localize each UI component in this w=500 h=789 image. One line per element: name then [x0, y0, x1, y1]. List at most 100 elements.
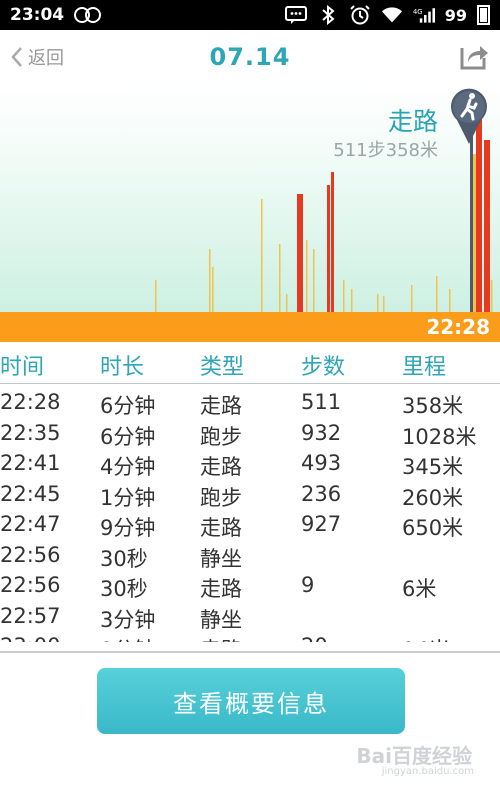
page-title: 07.14	[209, 43, 291, 71]
walk-bar	[313, 249, 315, 312]
activity-row[interactable]: 22:47 9分钟 走路 927 650米	[0, 510, 500, 541]
selected-activity-stats: 511步358米	[333, 140, 438, 161]
walk-bar	[411, 285, 413, 312]
dual-ring-icon	[74, 6, 104, 24]
walk-bar	[306, 240, 308, 312]
4g-signal-icon: 4G	[413, 6, 435, 24]
message-icon	[284, 6, 307, 24]
walk-bar	[212, 267, 214, 312]
row-type: 走路	[200, 634, 242, 642]
walk-bar	[261, 199, 263, 312]
activity-row[interactable]: 23:00 1分钟 走路 20 14米	[0, 632, 500, 642]
walk-bar	[209, 249, 211, 312]
header-distance: 里程	[402, 355, 447, 380]
run-bar	[327, 185, 330, 312]
activity-row[interactable]: 22:56 30秒 走路 9 6米	[0, 571, 500, 602]
row-duration: 3分钟	[100, 607, 156, 632]
row-time: 22:28	[0, 390, 61, 414]
battery-level: 99	[444, 5, 467, 25]
walk-bar	[343, 280, 345, 312]
share-icon	[460, 46, 488, 70]
header: 返回 07.14	[0, 30, 500, 86]
row-distance: 14米	[402, 634, 450, 642]
row-type: 走路	[200, 455, 242, 479]
row-distance: 650米	[402, 516, 464, 540]
row-distance: 358米	[402, 394, 464, 418]
view-summary-button[interactable]: 查看概要信息	[97, 668, 405, 734]
walk-bar	[286, 294, 288, 312]
row-duration: 6分钟	[100, 424, 156, 449]
row-time: 22:35	[0, 420, 61, 445]
alarm-icon	[349, 5, 371, 25]
wifi-icon	[381, 6, 403, 24]
watermark-url: jingyan.baidu.com	[381, 766, 474, 777]
activity-row[interactable]: 22:56 30秒 静坐	[0, 541, 500, 572]
row-type: 走路	[200, 577, 242, 601]
list-divider	[0, 651, 500, 653]
row-type: 静坐	[200, 607, 242, 632]
row-steps: 20	[301, 634, 328, 642]
activity-row[interactable]: 22:45 1分钟 跑步 236 260米	[0, 480, 500, 511]
header-duration: 时长	[100, 355, 145, 380]
walk-bar	[491, 280, 493, 312]
activity-list[interactable]: 22:28 6分钟 走路 511 358米 22:35 6分钟 跑步 932 1028米 22:41…	[0, 388, 500, 642]
run-bar	[484, 140, 490, 312]
header-time: 时间	[0, 355, 45, 380]
row-steps: 932	[301, 420, 342, 445]
selected-activity-type: 走路	[387, 107, 438, 136]
status-bar: 23:04 4G 99	[0, 0, 500, 30]
walk-bar	[377, 294, 379, 312]
row-time: 22:56	[0, 542, 61, 567]
row-time: 22:47	[0, 512, 61, 536]
row-distance: 6米	[402, 577, 437, 601]
row-steps: 511	[301, 390, 342, 414]
row-type: 静坐	[200, 546, 242, 571]
activity-row[interactable]: 22:57 3分钟 静坐	[0, 602, 500, 633]
activity-row[interactable]: 22:28 6分钟 走路 511 358米	[0, 388, 500, 419]
row-duration: 1分钟	[100, 485, 156, 510]
row-time: 22:56	[0, 573, 61, 597]
time-band: 22:28	[0, 312, 500, 342]
svg-text:4G: 4G	[413, 8, 423, 16]
activity-chart[interactable]: 走路 511步358米	[0, 86, 500, 312]
current-time-label: 22:28	[426, 315, 490, 339]
row-steps: 927	[301, 512, 342, 536]
header-type: 类型	[200, 355, 245, 380]
watermark-logo: Bai百度经验	[356, 744, 472, 768]
run-bar	[297, 194, 303, 312]
run-bar	[331, 172, 334, 312]
bluetooth-icon	[317, 5, 339, 25]
row-distance: 1028米	[402, 424, 477, 449]
time-cursor-line[interactable]	[470, 132, 473, 312]
battery-icon	[477, 5, 490, 25]
header-steps: 步数	[301, 355, 346, 380]
row-steps: 493	[301, 451, 342, 475]
row-type: 走路	[200, 394, 242, 418]
row-duration: 9分钟	[100, 516, 156, 540]
row-duration: 30秒	[100, 577, 148, 601]
row-duration: 1分钟	[100, 634, 155, 642]
walk-bar	[436, 276, 438, 312]
row-steps: 9	[301, 573, 315, 597]
activity-row[interactable]: 22:35 6分钟 跑步 932 1028米	[0, 419, 500, 450]
row-steps: 236	[301, 481, 342, 506]
walk-bar	[351, 289, 353, 312]
row-time: 23:00	[0, 634, 61, 642]
walk-bar	[279, 244, 281, 312]
row-time: 22:41	[0, 451, 61, 475]
row-time: 22:45	[0, 481, 61, 506]
activity-row[interactable]: 22:41 4分钟 走路 493 345米	[0, 449, 500, 480]
status-time: 23:04	[10, 5, 65, 25]
row-time: 22:57	[0, 603, 61, 628]
walk-bar	[155, 280, 157, 312]
row-duration: 6分钟	[100, 394, 156, 418]
row-distance: 345米	[402, 455, 464, 479]
walk-bar	[383, 296, 385, 312]
row-duration: 30秒	[100, 546, 148, 571]
row-distance: 260米	[402, 485, 464, 510]
share-button[interactable]	[458, 40, 490, 72]
walking-pin-icon[interactable]	[448, 86, 490, 146]
row-duration: 4分钟	[100, 455, 156, 479]
row-type: 跑步	[200, 424, 242, 449]
table-header: 时间 时长 类型 步数 里程	[0, 342, 500, 384]
